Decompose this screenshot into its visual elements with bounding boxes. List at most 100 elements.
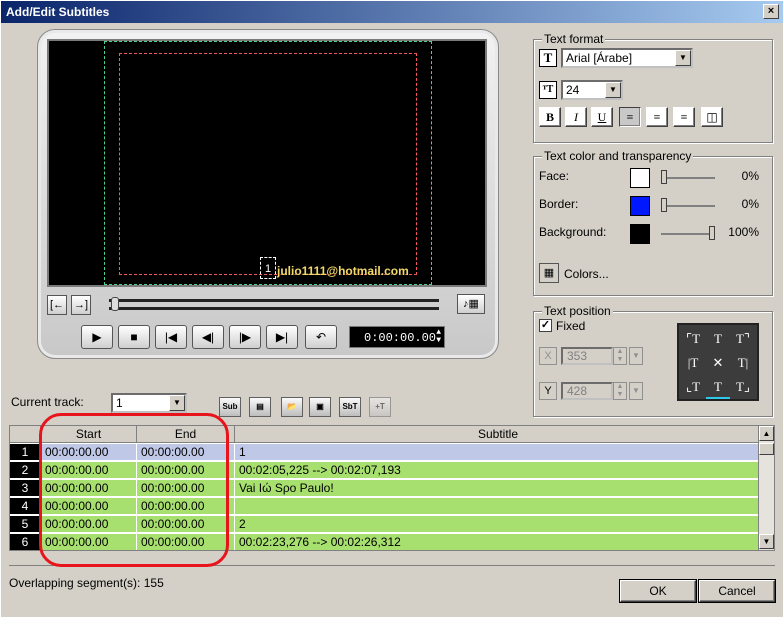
align-left-button[interactable]: ≡ <box>619 107 641 127</box>
column-header-subtitle[interactable]: Subtitle <box>235 426 762 443</box>
scroll-thumb[interactable] <box>759 443 774 455</box>
row-number[interactable]: 1 <box>10 444 40 461</box>
align-center-button[interactable]: ≡ <box>646 107 668 127</box>
subtitle-text-cell[interactable]: 00:02:05,225 --> 00:02:07,193 <box>235 462 762 479</box>
subtitle-text-cell[interactable] <box>235 498 762 515</box>
save-subtitle-file-button[interactable]: ▣ <box>309 397 331 417</box>
start-time-cell[interactable]: 00:00:00.00 <box>41 534 137 550</box>
mark-out-button[interactable]: →] <box>71 295 91 315</box>
chevron-down-icon[interactable]: ▼ <box>675 50 691 66</box>
position-bottom-left-button[interactable]: ⌞T <box>681 375 705 399</box>
table-row[interactable]: 4 00:00:00.00 00:00:00.00 <box>10 498 762 516</box>
repeat-button[interactable]: ↶ <box>305 325 337 349</box>
start-time-cell[interactable]: 00:00:00.00 <box>41 462 137 479</box>
border-color-swatch[interactable] <box>630 196 650 216</box>
add-subtitle-button[interactable]: Sub <box>219 397 241 417</box>
end-time-cell[interactable]: 00:00:00.00 <box>137 516 235 533</box>
subtitle-index-marker[interactable]: 1 <box>260 257 276 279</box>
next-frame-button[interactable]: |▶ <box>229 325 261 349</box>
subtitle-text-cell[interactable]: 1 <box>235 444 762 461</box>
end-time-cell[interactable]: 00:00:00.00 <box>137 498 235 515</box>
table-row[interactable]: 3 00:00:00.00 00:00:00.00 Vai Ιώ Sρo Paulo! <box>10 480 762 498</box>
bold-button[interactable]: B <box>539 107 561 127</box>
x-position-spinner[interactable]: ▲ ▼ <box>613 347 627 365</box>
cancel-button[interactable]: Cancel <box>699 580 775 602</box>
chevron-down-icon[interactable]: ▼ <box>605 82 621 98</box>
border-slider-knob[interactable] <box>661 198 667 212</box>
background-slider-knob[interactable] <box>709 226 715 240</box>
colors-button-label[interactable]: Colors... <box>564 267 609 281</box>
text-style-button[interactable]: ◫ <box>701 107 723 127</box>
x-position-dropdown[interactable]: ▼ <box>629 347 643 365</box>
subtitle-text-cell[interactable]: 2 <box>235 516 762 533</box>
subtitle-settings-button[interactable]: SbT <box>339 397 361 417</box>
table-row[interactable]: 2 00:00:00.00 00:00:00.00 00:02:05,225 --> … <box>10 462 762 480</box>
subtitle-text-cell[interactable]: 00:02:23,276 --> 00:02:26,312 <box>235 534 762 550</box>
column-header-end[interactable]: End <box>137 426 235 443</box>
face-transparency-slider[interactable] <box>661 168 715 188</box>
start-time-cell[interactable]: 00:00:00.00 <box>41 516 137 533</box>
table-row[interactable]: 6 00:00:00.00 00:00:00.00 00:02:23,276 --> … <box>10 534 762 550</box>
background-transparency-slider[interactable] <box>661 224 715 244</box>
ok-button[interactable]: OK <box>620 580 696 602</box>
end-time-cell[interactable]: 00:00:00.00 <box>137 444 235 461</box>
y-position-field[interactable]: 428 <box>561 382 613 400</box>
timeline-slider[interactable] <box>109 297 439 311</box>
column-header-start[interactable]: Start <box>41 426 137 443</box>
open-subtitle-file-button[interactable]: 📂 <box>281 397 303 417</box>
add-text-button[interactable]: +T <box>369 397 391 417</box>
current-track-select[interactable]: 1 ▼ <box>111 393 187 413</box>
fixed-checkbox[interactable]: ✓ <box>539 319 552 332</box>
start-time-cell[interactable]: 00:00:00.00 <box>41 444 137 461</box>
audio-button[interactable]: ♪▦ <box>457 294 485 314</box>
play-button[interactable]: ▶ <box>81 325 113 349</box>
timecode-spinner-icon[interactable]: ▲ ▼ <box>436 329 441 345</box>
stop-button[interactable]: ■ <box>118 325 150 349</box>
font-select[interactable]: Arial [Árabe] ▼ <box>561 48 693 68</box>
y-position-dropdown[interactable]: ▼ <box>629 382 643 400</box>
position-bottom-right-button[interactable]: T⌟ <box>731 375 755 399</box>
table-scrollbar[interactable]: ▲ ▼ <box>758 426 774 550</box>
end-time-cell[interactable]: 00:00:00.00 <box>137 534 235 550</box>
end-time-cell[interactable]: 00:00:00.00 <box>137 480 235 497</box>
face-slider-knob[interactable] <box>661 170 667 184</box>
scroll-down-button[interactable]: ▼ <box>759 534 774 549</box>
start-time-cell[interactable]: 00:00:00.00 <box>41 498 137 515</box>
end-time-cell[interactable]: 00:00:00.00 <box>137 462 235 479</box>
align-right-button[interactable]: ≡ <box>673 107 695 127</box>
border-transparency-slider[interactable] <box>661 196 715 216</box>
scroll-up-button[interactable]: ▲ <box>759 426 774 441</box>
y-position-spinner[interactable]: ▲ ▼ <box>613 382 627 400</box>
close-button[interactable]: × <box>763 4 779 19</box>
position-top-center-button[interactable]: T <box>706 327 730 351</box>
colors-button[interactable]: ▦ <box>539 263 559 283</box>
subtitle-text-cell[interactable]: Vai Ιώ Sρo Paulo! <box>235 480 762 497</box>
home-button[interactable]: |◀ <box>155 325 187 349</box>
row-number[interactable]: 6 <box>10 534 40 550</box>
timeline-thumb[interactable] <box>111 297 119 311</box>
font-size-select[interactable]: 24 ▼ <box>561 80 623 100</box>
position-bottom-center-button[interactable]: T <box>706 375 730 399</box>
underline-button[interactable]: U <box>591 107 613 127</box>
position-top-right-button[interactable]: T⌝ <box>731 327 755 351</box>
chevron-down-icon[interactable]: ▼ <box>169 395 185 411</box>
position-middle-left-button[interactable]: |T <box>681 351 705 375</box>
position-top-left-button[interactable]: ⌜T <box>681 327 705 351</box>
x-position-field[interactable]: 353 <box>561 347 613 365</box>
position-center-button[interactable]: ✕ <box>706 351 730 375</box>
position-middle-right-button[interactable]: T| <box>731 351 755 375</box>
row-number[interactable]: 5 <box>10 516 40 533</box>
row-number[interactable]: 2 <box>10 462 40 479</box>
row-number[interactable]: 3 <box>10 480 40 497</box>
face-color-swatch[interactable] <box>630 168 650 188</box>
table-row[interactable]: 1 00:00:00.00 00:00:00.00 1 <box>10 444 762 462</box>
start-time-cell[interactable]: 00:00:00.00 <box>41 480 137 497</box>
previous-frame-button[interactable]: ◀| <box>192 325 224 349</box>
timecode-field[interactable]: 0:00:00.00 ▲ ▼ <box>349 326 445 348</box>
italic-button[interactable]: I <box>565 107 587 127</box>
remove-subtitle-button[interactable]: ▤ <box>249 397 271 417</box>
background-color-swatch[interactable] <box>630 224 650 244</box>
table-row[interactable]: 5 00:00:00.00 00:00:00.00 2 <box>10 516 762 534</box>
end-button[interactable]: ▶| <box>266 325 298 349</box>
mark-in-button[interactable]: [← <box>47 295 67 315</box>
